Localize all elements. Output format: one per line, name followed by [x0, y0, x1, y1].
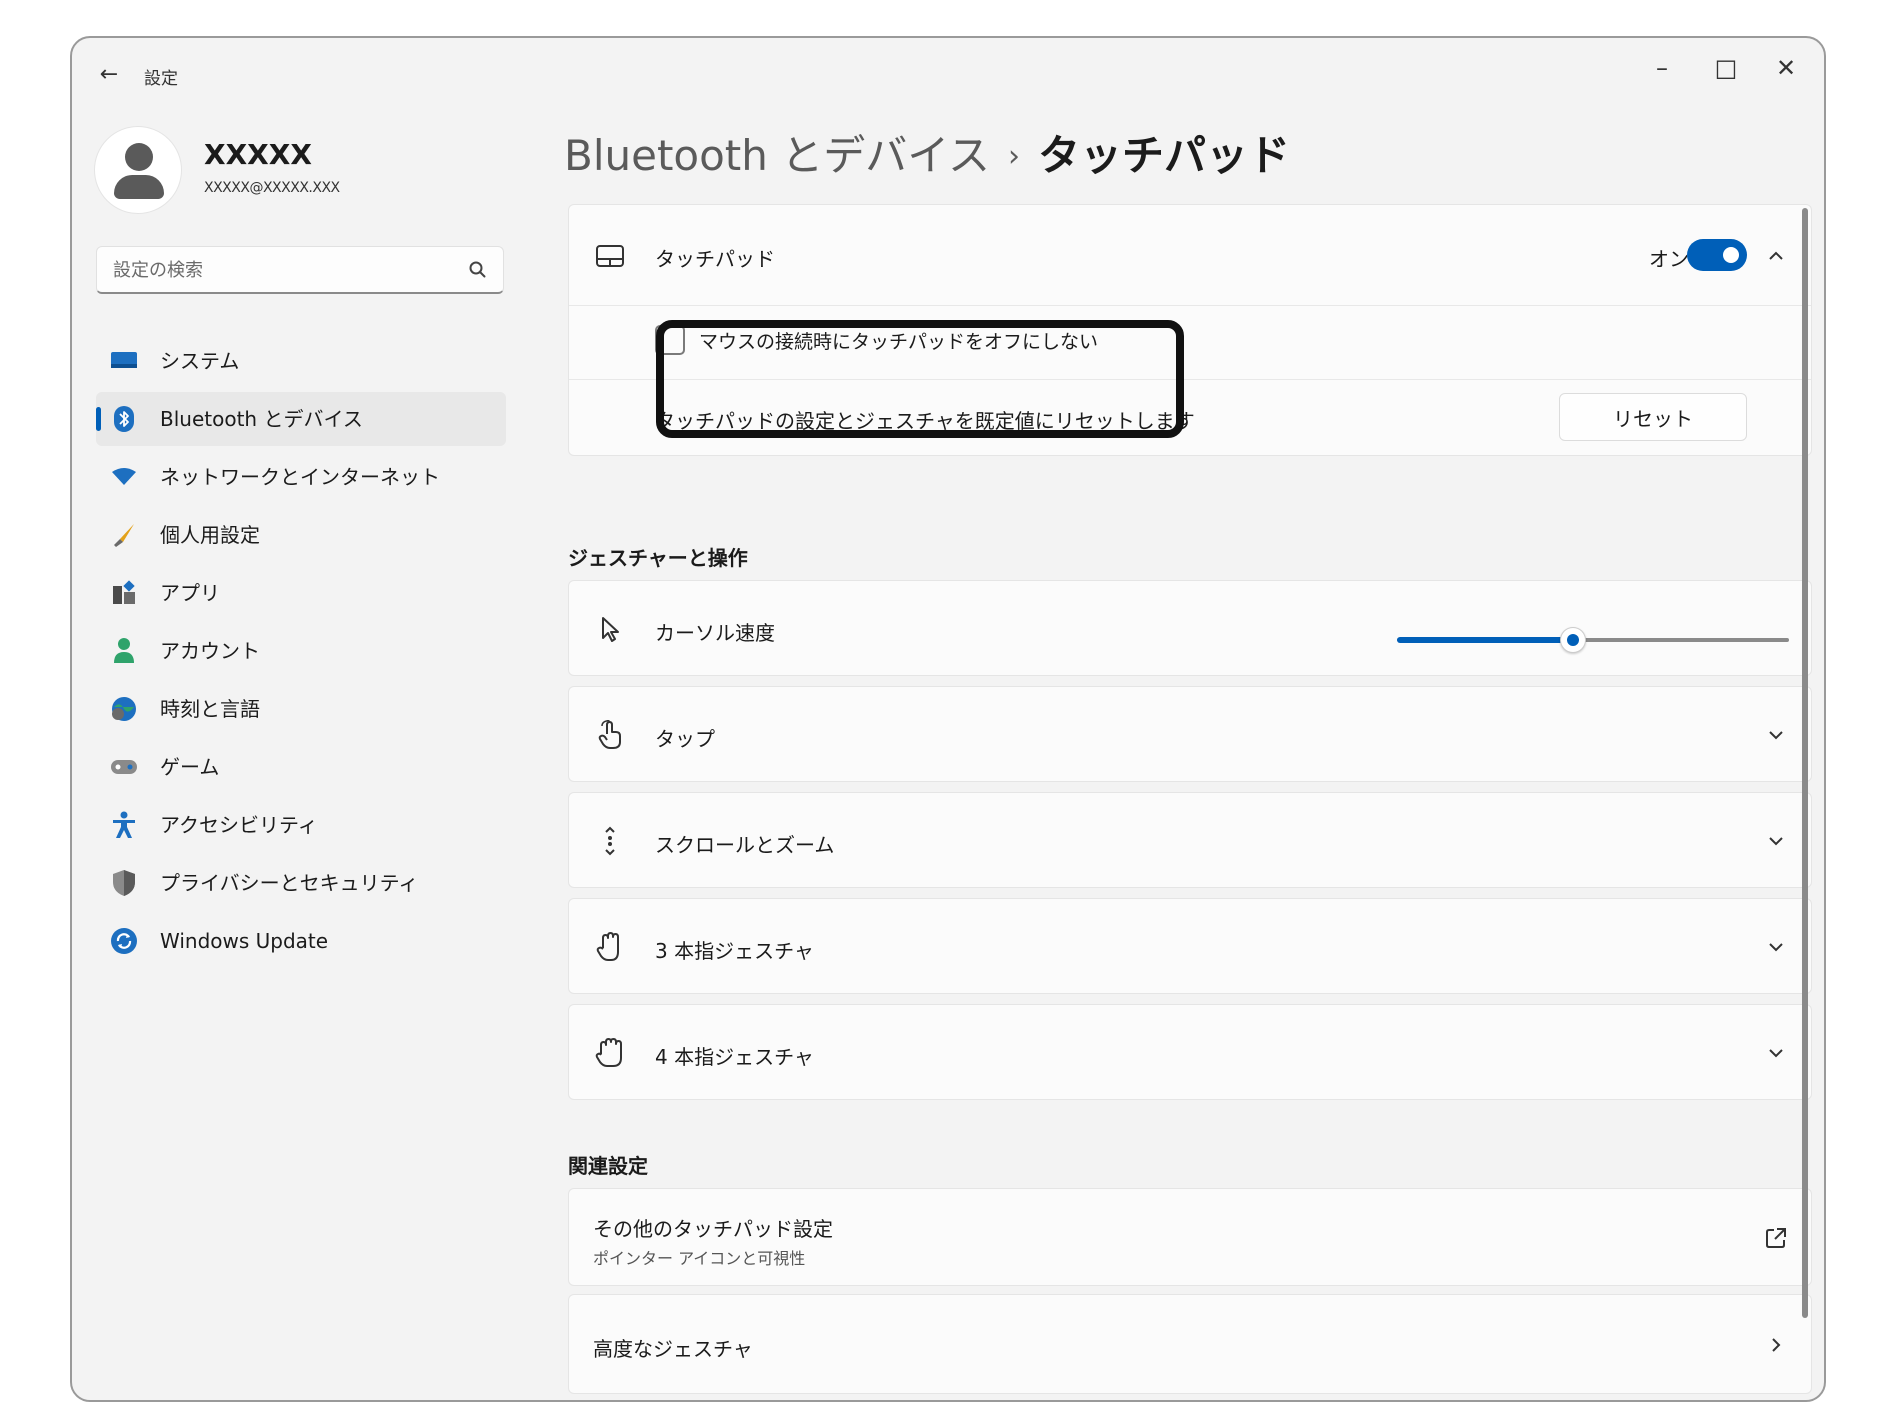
divider	[569, 305, 1811, 306]
tap-label: タップ	[655, 727, 715, 751]
touchpad-card: タッチパッド オン マウスの接続時にタッチパッドをオフにしない タッチパッドの設…	[568, 204, 1812, 456]
chevron-down-icon[interactable]	[1761, 932, 1791, 962]
slider-thumb[interactable]	[1560, 627, 1587, 653]
sidebar-item-label: アカウント	[160, 639, 260, 663]
more-touchpad-settings-label: その他のタッチパッド設定	[593, 1217, 833, 1241]
divider	[569, 379, 1811, 380]
sidebar-item-privacy-security[interactable]: プライバシーとセキュリティ	[96, 856, 506, 910]
chevron-right-icon[interactable]	[1761, 1330, 1791, 1360]
sidebar-item-time-language[interactable]: 時刻と言語	[96, 682, 506, 736]
external-link-icon[interactable]	[1761, 1223, 1791, 1253]
sidebar-item-bluetooth[interactable]: Bluetooth とデバイス	[96, 392, 506, 446]
more-touchpad-settings-card[interactable]: その他のタッチパッド設定 ポインター アイコンと可視性	[568, 1188, 1812, 1286]
tap-card[interactable]: タップ	[568, 686, 1812, 782]
shield-icon	[110, 869, 138, 897]
search-icon[interactable]	[467, 259, 489, 281]
cursor-speed-card: カーソル速度	[568, 580, 1812, 676]
advanced-gestures-label: 高度なジェスチャ	[593, 1337, 753, 1361]
four-finger-label: 4 本指ジェスチャ	[655, 1045, 814, 1069]
sidebar-item-label: アプリ	[160, 581, 220, 605]
back-button[interactable]: ←	[94, 60, 124, 90]
system-icon	[110, 347, 138, 375]
gamepad-icon	[110, 753, 138, 781]
avatar-body	[114, 175, 164, 199]
settings-window: ← 設定 – □ ✕ XXXXX XXXXX@XXXXX.XXX システム	[70, 36, 1826, 1402]
profile-email: XXXXX@XXXXX.XXX	[204, 180, 340, 196]
touchpad-icon	[593, 239, 627, 273]
related-section-title: 関連設定	[568, 1154, 648, 1178]
avatar-head	[125, 143, 153, 171]
cursor-speed-slider[interactable]	[1397, 625, 1789, 655]
chevron-down-icon[interactable]	[1761, 720, 1791, 750]
sidebar-item-label: システム	[160, 349, 240, 373]
user-profile[interactable]: XXXXX XXXXX@XXXXX.XXX	[94, 122, 534, 222]
reset-description: タッチパッドの設定とジェスチャを既定値にリセットします	[655, 409, 1195, 433]
sidebar-item-label: プライバシーとセキュリティ	[160, 871, 419, 895]
sidebar-item-label: ゲーム	[160, 755, 220, 779]
slider-thumb-dot	[1567, 634, 1580, 646]
main-content: Bluetooth とデバイス › タッチパッド タッチパッド オン マウスの接続時…	[552, 38, 1812, 1400]
four-finger-card[interactable]: 4 本指ジェスチャ	[568, 1004, 1812, 1100]
settings-search[interactable]	[96, 246, 504, 294]
sidebar-item-label: Bluetooth とデバイス	[160, 407, 363, 431]
chevron-up-icon[interactable]	[1761, 241, 1791, 271]
touchpad-toggle[interactable]	[1687, 239, 1747, 271]
touchpad-label: タッチパッド	[655, 247, 775, 271]
sidebar-item-apps[interactable]: アプリ	[96, 566, 506, 620]
gestures-section-title: ジェスチャーと操作	[568, 546, 748, 570]
scroll-zoom-card[interactable]: スクロールとズーム	[568, 792, 1812, 888]
scroll-zoom-label: スクロールとズーム	[655, 833, 835, 857]
cursor-icon	[593, 612, 627, 646]
tap-hand-icon	[593, 718, 627, 752]
sidebar-item-network[interactable]: ネットワークとインターネット	[96, 450, 506, 504]
breadcrumb-separator: ›	[1007, 139, 1020, 174]
three-finger-icon	[593, 930, 627, 964]
sidebar-item-label: アクセシビリティ	[160, 813, 318, 837]
accessibility-icon	[110, 811, 138, 839]
search-input[interactable]	[113, 247, 453, 293]
sidebar-item-windows-update[interactable]: Windows Update	[96, 914, 506, 968]
toggle-state-label: オン	[1649, 247, 1689, 271]
sidebar-item-label: ネットワークとインターネット	[160, 465, 440, 489]
chevron-down-icon[interactable]	[1761, 826, 1791, 856]
app-title: 設定	[144, 69, 178, 89]
account-icon	[110, 637, 138, 665]
page-title: タッチパッド	[1037, 131, 1290, 180]
chevron-down-icon[interactable]	[1761, 1038, 1791, 1068]
sidebar-item-system[interactable]: システム	[96, 334, 506, 388]
globe-clock-icon	[110, 695, 138, 723]
brush-icon	[110, 521, 138, 549]
more-touchpad-settings-sub: ポインター アイコンと可視性	[593, 1249, 806, 1268]
sidebar-nav: システム Bluetooth とデバイス ネットワークとインターネット 個人用設…	[96, 334, 506, 972]
sidebar-item-label: 個人用設定	[160, 523, 260, 547]
breadcrumb: Bluetooth とデバイス › タッチパッド	[564, 122, 1290, 183]
slider-fill	[1397, 637, 1574, 643]
four-finger-icon	[593, 1036, 627, 1070]
reset-button[interactable]: リセット	[1559, 393, 1747, 441]
scroll-icon	[593, 824, 627, 858]
sidebar-item-gaming[interactable]: ゲーム	[96, 740, 506, 794]
toggle-knob	[1723, 247, 1739, 263]
disable-touchpad-checkbox[interactable]	[655, 325, 685, 355]
breadcrumb-parent[interactable]: Bluetooth とデバイス	[564, 131, 990, 180]
checkbox-label: マウスの接続時にタッチパッドをオフにしない	[699, 331, 1099, 353]
wifi-icon	[110, 463, 138, 491]
profile-name: XXXXX	[204, 138, 312, 171]
three-finger-card[interactable]: 3 本指ジェスチャ	[568, 898, 1812, 994]
sidebar-item-personalization[interactable]: 個人用設定	[96, 508, 506, 562]
sidebar-item-accessibility[interactable]: アクセシビリティ	[96, 798, 506, 852]
apps-icon	[110, 579, 138, 607]
three-finger-label: 3 本指ジェスチャ	[655, 939, 814, 963]
windows-update-icon	[110, 927, 138, 955]
avatar	[94, 126, 182, 214]
scrollbar[interactable]	[1802, 208, 1808, 1318]
sidebar-item-label: Windows Update	[160, 929, 329, 953]
advanced-gestures-card[interactable]: 高度なジェスチャ	[568, 1294, 1812, 1394]
bluetooth-icon	[110, 405, 138, 433]
sidebar-item-accounts[interactable]: アカウント	[96, 624, 506, 678]
cursor-speed-label: カーソル速度	[655, 621, 775, 645]
sidebar-item-label: 時刻と言語	[160, 697, 260, 721]
